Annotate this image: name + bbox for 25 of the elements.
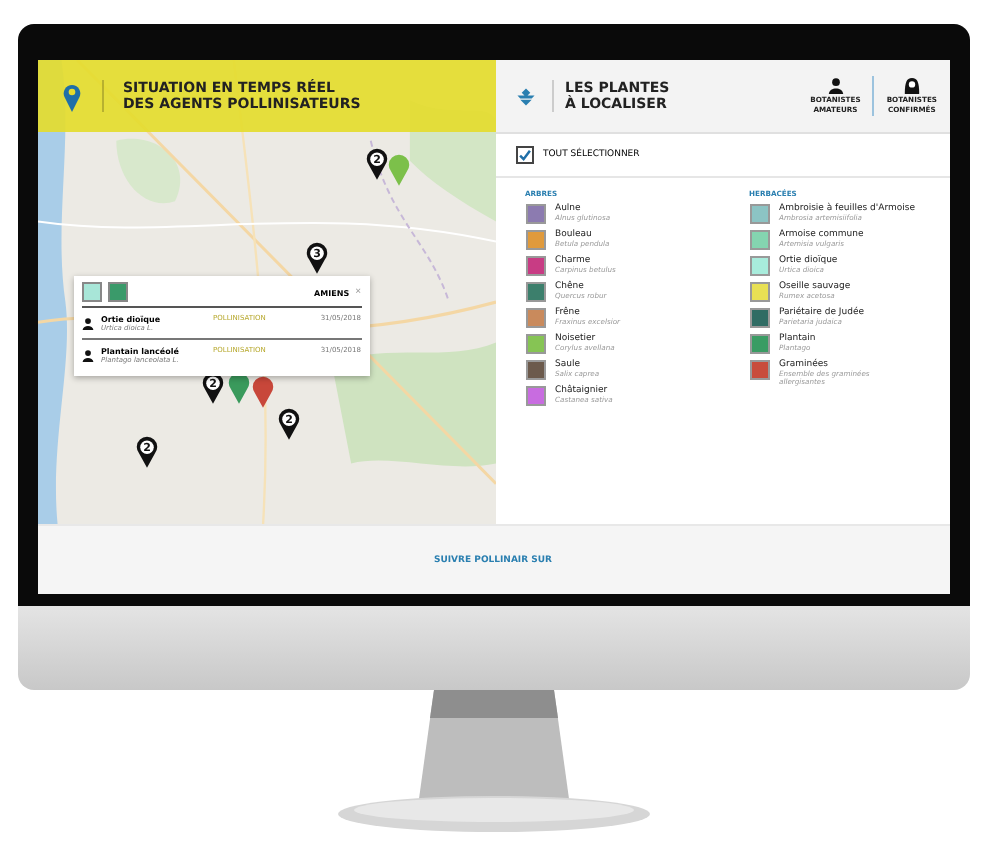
color-swatch[interactable] xyxy=(749,230,769,250)
person-icon xyxy=(81,349,93,361)
color-swatch[interactable] xyxy=(749,360,769,380)
map-marker[interactable] xyxy=(228,371,251,404)
color-swatch[interactable] xyxy=(749,282,769,302)
color-swatch[interactable] xyxy=(525,230,545,250)
checkmark-icon xyxy=(517,148,531,162)
map-marker[interactable] xyxy=(388,153,411,186)
color-swatch[interactable] xyxy=(749,256,769,276)
color-swatch[interactable] xyxy=(525,282,545,302)
color-swatch[interactable] xyxy=(525,308,545,328)
color-swatch[interactable] xyxy=(525,204,545,224)
flower-logo-icon xyxy=(515,87,535,105)
color-swatch[interactable] xyxy=(525,334,545,354)
color-swatch[interactable] xyxy=(749,204,769,224)
color-swatch[interactable] xyxy=(749,334,769,354)
color-swatch[interactable] xyxy=(525,360,545,380)
person-icon xyxy=(81,317,93,329)
color-swatch[interactable] xyxy=(749,308,769,328)
hooded-person-icon xyxy=(903,78,920,95)
location-pin-icon xyxy=(61,81,81,111)
map-marker[interactable] xyxy=(251,376,274,408)
person-icon xyxy=(827,78,844,95)
color-swatch[interactable] xyxy=(525,256,545,276)
color-swatch[interactable] xyxy=(525,386,545,406)
